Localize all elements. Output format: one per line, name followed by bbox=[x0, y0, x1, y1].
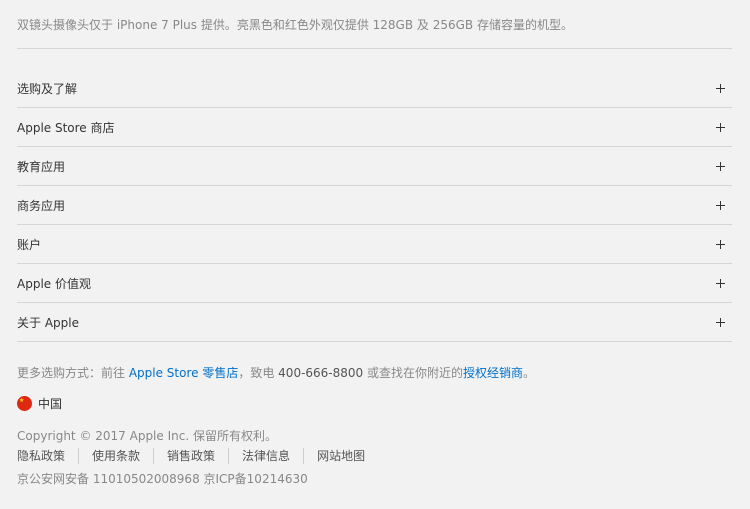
site-map-link[interactable]: 网站地图 bbox=[317, 449, 365, 463]
china-flag-icon: ★ bbox=[17, 395, 32, 411]
plus-icon[interactable] bbox=[716, 239, 725, 249]
directory-section-apple-store[interactable]: Apple Store 商店 bbox=[17, 108, 732, 147]
plus-icon[interactable] bbox=[716, 122, 725, 132]
section-label: 商务应用 bbox=[17, 198, 66, 213]
legal-info-link[interactable]: 法律信息 bbox=[242, 449, 290, 463]
legal-links: 隐私政策 使用条款 销售政策 法律信息 网站地图 bbox=[17, 448, 733, 464]
directory-section-business[interactable]: 商务应用 bbox=[17, 186, 732, 225]
locale-switcher[interactable]: ★ 中国 bbox=[17, 395, 733, 411]
footnote: 双镜头摄像头仅于 iPhone 7 Plus 提供。亮黑色和红色外观仅提供 12… bbox=[17, 0, 732, 49]
section-label: Apple Store 商店 bbox=[17, 120, 115, 135]
legal-item: 销售政策 bbox=[153, 448, 228, 464]
section-label: Apple 价值观 bbox=[17, 276, 91, 291]
plus-icon[interactable] bbox=[716, 83, 725, 93]
privacy-policy-link[interactable]: 隐私政策 bbox=[17, 449, 65, 463]
plus-icon[interactable] bbox=[716, 161, 725, 171]
terms-of-use-link[interactable]: 使用条款 bbox=[92, 449, 140, 463]
shop-middle: ，致电 bbox=[238, 366, 279, 380]
plus-icon[interactable] bbox=[716, 200, 725, 210]
apple-store-link[interactable]: Apple Store 零售店 bbox=[129, 366, 239, 380]
legal-item: 使用条款 bbox=[78, 448, 153, 464]
shop-prefix: 更多选购方式：前往 bbox=[17, 366, 129, 380]
section-label: 账户 bbox=[17, 237, 42, 252]
icp-license: 京公安网安备 11010502008968 京ICP备10214630 bbox=[17, 472, 308, 486]
directory-section-education[interactable]: 教育应用 bbox=[17, 147, 732, 186]
legal-item: 隐私政策 bbox=[17, 448, 78, 464]
legal-item: 法律信息 bbox=[228, 448, 303, 464]
footer-directory: 选购及了解 Apple Store 商店 教育应用 商务应用 账户 Apple … bbox=[17, 69, 732, 342]
directory-section-values[interactable]: Apple 价值观 bbox=[17, 264, 732, 303]
plus-icon[interactable] bbox=[716, 278, 725, 288]
plus-icon[interactable] bbox=[716, 317, 725, 327]
directory-section-about[interactable]: 关于 Apple bbox=[17, 303, 732, 342]
locale-label: 中国 bbox=[38, 396, 63, 411]
sales-policy-link[interactable]: 销售政策 bbox=[167, 449, 215, 463]
shop-suffix: 或查找在你附近的 bbox=[363, 366, 464, 380]
phone-number: 400-666-8800 bbox=[278, 366, 364, 380]
section-label: 关于 Apple bbox=[17, 315, 79, 330]
section-label: 教育应用 bbox=[17, 159, 66, 174]
directory-section-account[interactable]: 账户 bbox=[17, 225, 732, 264]
more-ways-to-shop: 更多选购方式：前往 Apple Store 零售店，致电 400-666-880… bbox=[17, 364, 733, 381]
page-footer: 双镜头摄像头仅于 iPhone 7 Plus 提供。亮黑色和红色外观仅提供 12… bbox=[0, 0, 750, 509]
directory-section-shop-learn[interactable]: 选购及了解 bbox=[17, 69, 732, 108]
legal-item: 网站地图 bbox=[303, 448, 378, 464]
copyright: Copyright © 2017 Apple Inc. 保留所有权利。 bbox=[17, 429, 277, 443]
shop-end: 。 bbox=[523, 366, 536, 380]
section-label: 选购及了解 bbox=[17, 81, 78, 96]
reseller-link[interactable]: 授权经销商 bbox=[463, 366, 523, 380]
